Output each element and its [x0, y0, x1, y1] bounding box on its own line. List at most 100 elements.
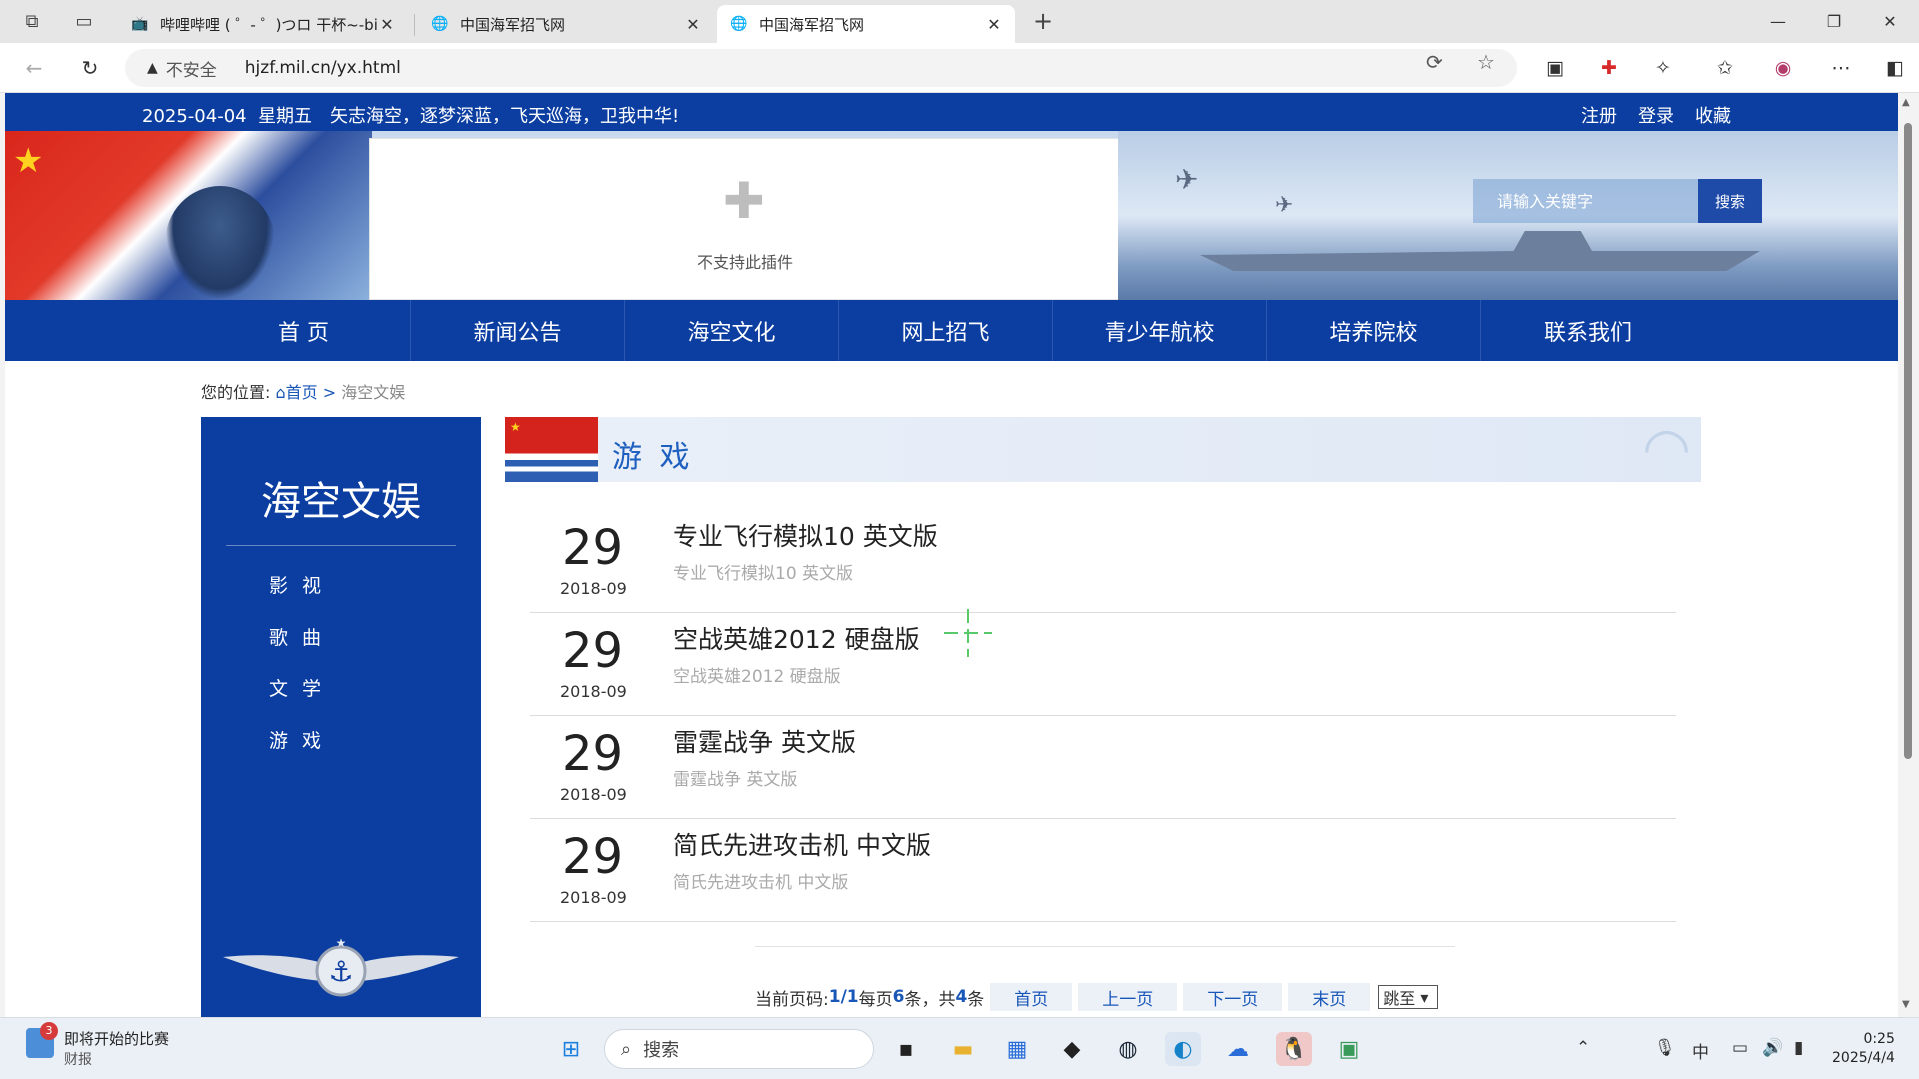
profile-avatar[interactable]: ◉	[1768, 53, 1798, 83]
nav-academies[interactable]: 培养院校	[1267, 300, 1481, 361]
article-title[interactable]: 专业飞行模拟10 英文版	[673, 517, 938, 553]
search-button[interactable]: 搜索	[1698, 179, 1762, 223]
article-month: 2018-09	[560, 682, 627, 701]
minimize-icon[interactable]: —	[1750, 0, 1806, 43]
sidebar-item-literature[interactable]: 文 学	[269, 674, 325, 701]
workspaces-icon[interactable]: ⧉	[17, 8, 47, 34]
breadcrumb-current: 海空文娱	[341, 383, 406, 402]
news-icon: 3	[26, 1022, 58, 1058]
jet-icon: ✈	[1275, 193, 1294, 218]
last-page-button[interactable]: 末页	[1288, 983, 1371, 1011]
breadcrumb-home[interactable]: ⌂首页	[276, 383, 318, 402]
main-nav: 首 页 新闻公告 海空文化 网上招飞 青少年航校 培养院校 联系我们	[5, 300, 1898, 361]
bilibili-icon: 📺	[131, 16, 149, 32]
steam-icon[interactable]: ◍	[1110, 1032, 1146, 1066]
url-text[interactable]: hjzf.mil.cn/yx.html	[245, 58, 401, 78]
register-link[interactable]: 注册	[1581, 102, 1617, 128]
svg-text:⚓: ⚓	[328, 955, 353, 988]
close-tab-icon[interactable]: ✕	[985, 15, 1003, 34]
article-day: 29	[562, 726, 624, 782]
prev-page-button[interactable]: 上一页	[1078, 983, 1178, 1011]
sidebar-item-songs[interactable]: 歌 曲	[269, 623, 325, 650]
network-icon[interactable]: ▭	[1732, 1038, 1748, 1058]
nav-contact[interactable]: 联系我们	[1481, 300, 1695, 361]
puzzle-icon: ✚	[723, 172, 765, 230]
search-icon: ⌕	[621, 1038, 632, 1060]
extensions-icon[interactable]: ✧	[1648, 53, 1678, 83]
sidebar-item-games[interactable]: 游 戏	[269, 726, 325, 753]
tab-title: 中国海军招飞网	[460, 15, 566, 34]
tab-actions-icon[interactable]: ▭	[69, 8, 99, 34]
tray-overflow-icon[interactable]: ⌃	[1576, 1038, 1590, 1058]
search-input[interactable]	[1473, 179, 1698, 223]
pager-per-page-text: 每页	[858, 989, 893, 1010]
app-cloud-icon[interactable]: ☁	[1220, 1032, 1256, 1066]
sidebar-title: 海空文娱	[261, 479, 421, 525]
article-title[interactable]: 空战英雄2012 硬盘版	[673, 620, 920, 656]
edge-browser-icon[interactable]: ◐	[1165, 1032, 1201, 1066]
app-cube-icon[interactable]: ◆	[1054, 1032, 1090, 1066]
windows-taskbar: 3 即将开始的比赛 财报 ⊞ ⌕ 搜索 ▪ ▬ ▦ ◆ ◍ ◐ ☁ 🐧 ▣ ⌃ …	[0, 1017, 1919, 1079]
volume-icon[interactable]: 🔊	[1762, 1038, 1783, 1058]
scroll-down-icon[interactable]: ▼	[1902, 999, 1910, 1010]
app-window-icon[interactable]: ▣	[1331, 1032, 1367, 1066]
close-tab-icon[interactable]: ✕	[378, 15, 396, 34]
restore-icon[interactable]: ❐	[1806, 0, 1862, 43]
ime-indicator[interactable]: 中	[1692, 1038, 1709, 1063]
nav-youth-school[interactable]: 青少年航校	[1053, 300, 1267, 361]
tab-navy-active[interactable]: 🌐 中国海军招飞网 ✕	[717, 5, 1015, 43]
sidebar-item-film[interactable]: 影 视	[269, 571, 325, 598]
section-title: 游 戏	[612, 440, 694, 475]
scroll-up-icon[interactable]: ▲	[1902, 97, 1910, 108]
article-day: 29	[562, 520, 624, 576]
jump-select[interactable]: 跳至 ▾	[1378, 985, 1439, 1009]
address-bar[interactable]: ▲ 不安全 hjzf.mil.cn/yx.html	[125, 49, 1517, 87]
nav-home[interactable]: 首 页	[197, 300, 411, 361]
globe-icon: 🌐	[730, 16, 748, 32]
back-icon[interactable]: ←	[18, 53, 50, 83]
read-aloud-icon[interactable]: ⟳	[1426, 50, 1443, 74]
article-row[interactable]: 29 2018-09 专业飞行模拟10 英文版 专业飞行模拟10 英文版	[530, 510, 1676, 613]
battery-icon[interactable]: ▮	[1794, 1038, 1803, 1058]
article-row[interactable]: 29 2018-09 雷霆战争 英文版 雷霆战争 英文版	[530, 716, 1676, 819]
tab-title: 哔哩哔哩 ( ゜- ゜)つロ 干杯~-bilibi	[160, 15, 378, 34]
page-scrollbar[interactable]: ▲ ▼	[1898, 93, 1919, 1017]
system-clock[interactable]: 0:25 2025/4/4	[1832, 1030, 1895, 1068]
start-icon[interactable]: ⊞	[553, 1032, 589, 1066]
extension-p-icon[interactable]: ▣	[1540, 53, 1570, 83]
sidebar-toggle-icon[interactable]: ◧	[1880, 53, 1910, 83]
close-tab-icon[interactable]: ✕	[684, 15, 702, 34]
nav-culture[interactable]: 海空文化	[625, 300, 839, 361]
new-tab-icon[interactable]: +	[1028, 7, 1058, 35]
favorite-star-icon[interactable]: ☆	[1477, 50, 1495, 74]
article-summary: 空战英雄2012 硬盘版	[673, 667, 841, 687]
store-icon[interactable]: ▦	[999, 1032, 1035, 1066]
close-window-icon[interactable]: ✕	[1862, 0, 1918, 43]
tab-navy-1[interactable]: 🌐 中国海军招飞网 ✕	[418, 5, 714, 43]
article-row[interactable]: 29 2018-09 空战英雄2012 硬盘版 空战英雄2012 硬盘版	[530, 613, 1676, 716]
first-page-button[interactable]: 首页	[990, 983, 1073, 1011]
next-page-button[interactable]: 下一页	[1183, 983, 1283, 1011]
taskbar-search[interactable]: ⌕ 搜索	[604, 1029, 874, 1069]
article-title[interactable]: 简氏先进攻击机 中文版	[673, 826, 931, 862]
article-row[interactable]: 29 2018-09 简氏先进攻击机 中文版 简氏先进攻击机 中文版	[530, 819, 1676, 922]
more-menu-icon[interactable]: ⋯	[1826, 53, 1856, 83]
microphone-icon[interactable]: 🎙	[1654, 1038, 1676, 1058]
tab-bilibili[interactable]: 📺 哔哩哔哩 ( ゜- ゜)つロ 干杯~-bilibi ✕	[118, 5, 408, 43]
news-badge: 3	[40, 1022, 58, 1040]
login-link[interactable]: 登录	[1638, 102, 1674, 128]
article-title[interactable]: 雷霆战争 英文版	[673, 723, 856, 759]
nav-news[interactable]: 新闻公告	[411, 300, 625, 361]
pager-page: 1/1	[828, 987, 859, 1007]
file-explorer-icon[interactable]: ▬	[945, 1032, 981, 1066]
bookmark-link[interactable]: 收藏	[1695, 102, 1731, 128]
reload-icon[interactable]: ↻	[74, 53, 106, 83]
favorites-icon[interactable]: ✩	[1710, 53, 1740, 83]
nav-recruit[interactable]: 网上招飞	[839, 300, 1053, 361]
task-view-icon[interactable]: ▪	[888, 1032, 924, 1066]
article-day: 29	[562, 829, 624, 885]
qq-icon[interactable]: 🐧	[1276, 1032, 1312, 1066]
news-widget[interactable]: 3 即将开始的比赛 财报	[26, 1022, 169, 1069]
extension-red-icon[interactable]: ✚	[1594, 53, 1624, 83]
scroll-thumb[interactable]	[1904, 123, 1912, 759]
